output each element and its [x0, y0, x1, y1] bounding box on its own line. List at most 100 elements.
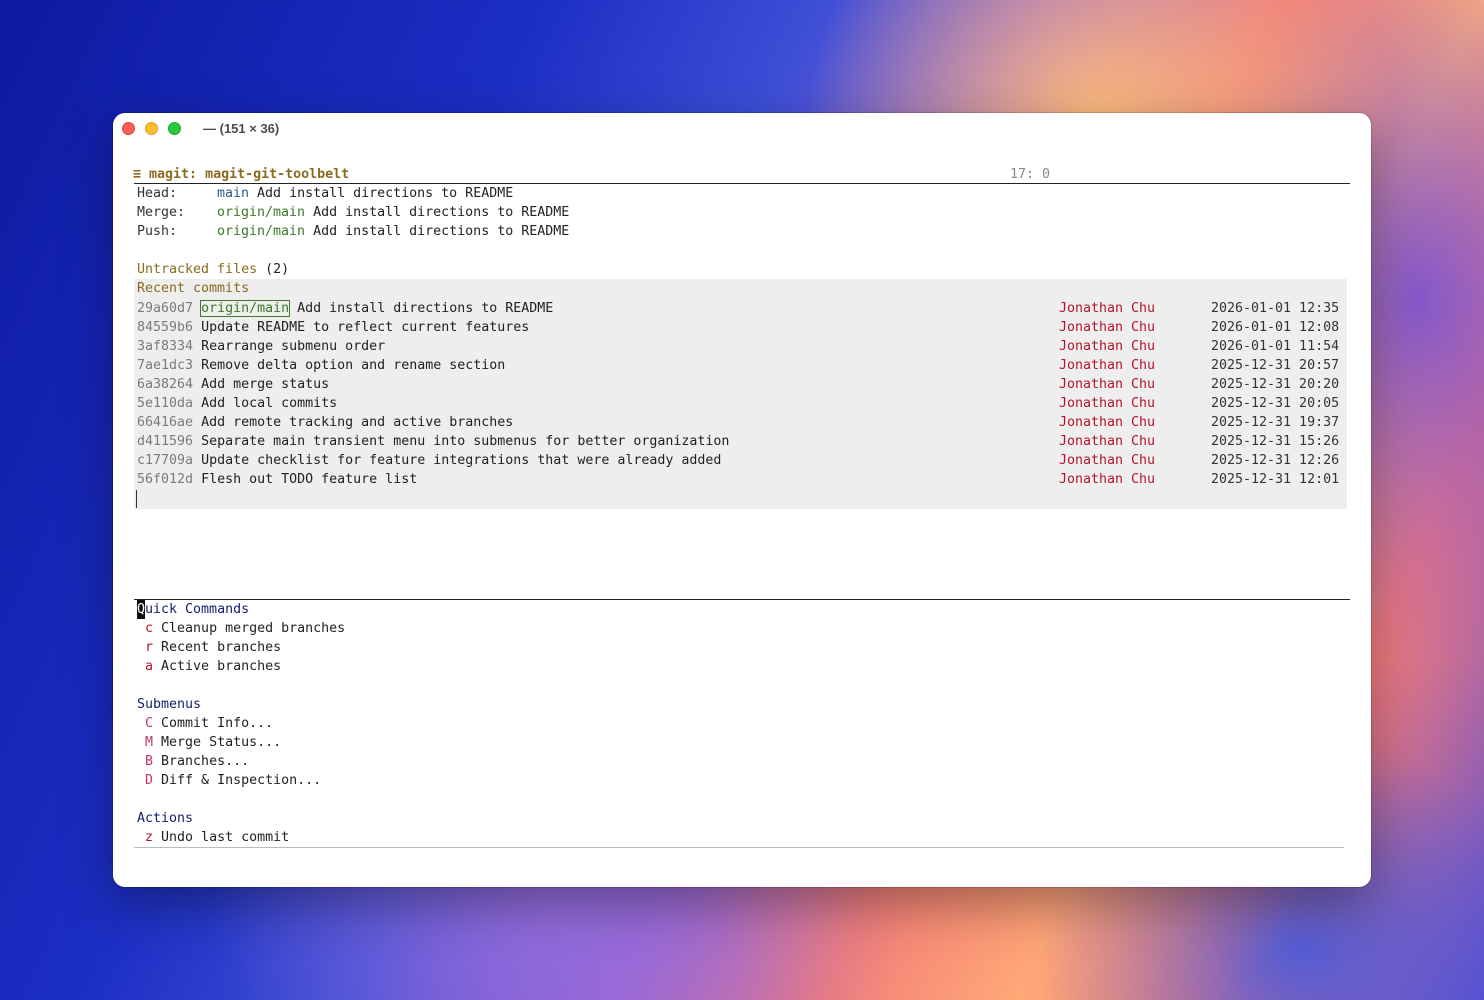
- head-line[interactable]: Head:: [137, 184, 177, 203]
- commit-hash[interactable]: 84559b6: [137, 320, 193, 335]
- commit-hash[interactable]: 3af8334: [137, 339, 193, 354]
- commit-hash[interactable]: c17709a: [137, 453, 193, 468]
- menu-label: Commit Info...: [161, 716, 274, 731]
- merge-ref[interactable]: origin/main Add install directions to RE…: [217, 203, 569, 222]
- commit-row[interactable]: 66416ae Add remote tracking and active b…: [137, 413, 1347, 432]
- commit-author: Jonathan Chu: [1059, 339, 1156, 354]
- head-branch[interactable]: main: [217, 186, 249, 201]
- commit-hash[interactable]: 56f012d: [137, 472, 193, 487]
- menu-key[interactable]: z: [145, 830, 153, 845]
- transient-bottom-divider: [134, 847, 1344, 848]
- menu-label: Undo last commit: [161, 830, 290, 845]
- push-branch[interactable]: origin/main: [217, 224, 305, 239]
- menu-label: Branches...: [161, 754, 250, 769]
- commit-row[interactable]: 56f012d Flesh out TODO feature list: [137, 470, 1347, 489]
- commit-date: 2026-01-01 12:35: [1211, 301, 1340, 316]
- push-line[interactable]: Push:: [137, 222, 177, 241]
- menu-key[interactable]: D: [145, 773, 153, 788]
- commit-row[interactable]: 3af8334 Rearrange submenu order: [137, 337, 1347, 356]
- quick-commands-heading: Quick Commands: [137, 600, 249, 619]
- commit-row[interactable]: 29a60d7 origin/main Add install directio…: [137, 299, 1347, 318]
- commit-hash[interactable]: 29a60d7: [137, 301, 193, 316]
- commit-author: Jonathan Chu: [1059, 377, 1156, 392]
- commit-author: Jonathan Chu: [1059, 472, 1156, 487]
- commit-row[interactable]: 84559b6 Update README to reflect current…: [137, 318, 1347, 337]
- commit-message: Add local commits: [201, 396, 338, 411]
- submenu-item[interactable]: M Merge Status...: [145, 733, 281, 752]
- commit-message: Remove delta option and rename section: [201, 358, 506, 373]
- commit-message: Flesh out TODO feature list: [201, 472, 418, 487]
- commit-row[interactable]: 6a38264 Add merge status: [137, 375, 1347, 394]
- commit-message: Rearrange submenu order: [201, 339, 386, 354]
- menu-key[interactable]: a: [145, 659, 153, 674]
- menu-key[interactable]: r: [145, 640, 153, 655]
- commit-message: Update checklist for feature integration…: [201, 453, 722, 468]
- quick-command-item[interactable]: c Cleanup merged branches: [145, 619, 345, 638]
- commit-author: Jonathan Chu: [1059, 358, 1156, 373]
- zoom-button[interactable]: [168, 122, 181, 135]
- head-label: Head:: [137, 186, 178, 201]
- commit-row[interactable]: c17709a Update checklist for feature int…: [137, 451, 1347, 470]
- push-label: Push:: [137, 224, 178, 239]
- commit-author: Jonathan Chu: [1059, 434, 1156, 449]
- menu-label: Recent branches: [161, 640, 282, 655]
- point-cursor: Q: [137, 600, 146, 619]
- commit-hash[interactable]: 5e110da: [137, 396, 193, 411]
- menu-key[interactable]: M: [145, 735, 153, 750]
- commit-hash[interactable]: d411596: [137, 434, 193, 449]
- commit-ref[interactable]: origin/main: [200, 300, 291, 317]
- commit-date: 2026-01-01 11:54: [1211, 339, 1340, 354]
- commit-date: 2026-01-01 12:08: [1211, 320, 1340, 335]
- commit-author: Jonathan Chu: [1059, 301, 1156, 316]
- menu-label: Active branches: [161, 659, 282, 674]
- commit-message: Add install directions to README: [297, 301, 554, 316]
- commit-hash[interactable]: 7ae1dc3: [137, 358, 193, 373]
- commit-message: Update README to reflect current feature…: [201, 320, 530, 335]
- push-ref[interactable]: origin/main Add install directions to RE…: [217, 222, 569, 241]
- commit-row[interactable]: 5e110da Add local commits: [137, 394, 1347, 413]
- merge-label: Merge:: [137, 205, 186, 220]
- untracked-section[interactable]: Untracked files (2): [137, 260, 289, 279]
- menu-key[interactable]: C: [145, 716, 153, 731]
- recent-commits-heading[interactable]: Recent commits: [137, 279, 249, 298]
- commit-author: Jonathan Chu: [1059, 396, 1156, 411]
- submenu-item[interactable]: C Commit Info...: [145, 714, 273, 733]
- window-title: — (151 × 36): [203, 121, 280, 136]
- close-button[interactable]: [122, 122, 135, 135]
- submenu-item[interactable]: B Branches...: [145, 752, 249, 771]
- merge-message: Add install directions to README: [313, 205, 570, 220]
- commit-date: 2025-12-31 12:26: [1211, 453, 1340, 468]
- menu-label: Diff & Inspection...: [161, 773, 322, 788]
- commit-author: Jonathan Chu: [1059, 320, 1156, 335]
- commit-row[interactable]: 7ae1dc3 Remove delta option and rename s…: [137, 356, 1347, 375]
- commit-date: 2025-12-31 15:26: [1211, 434, 1340, 449]
- quick-command-item[interactable]: a Active branches: [145, 657, 281, 676]
- commit-message: Separate main transient menu into submen…: [201, 434, 730, 449]
- terminal-window: — (151 × 36) ≡ magit: magit-git-toolbelt…: [113, 113, 1371, 887]
- untracked-heading: Untracked files: [137, 262, 258, 277]
- menu-key[interactable]: c: [145, 621, 153, 636]
- merge-line[interactable]: Merge:: [137, 203, 185, 222]
- commit-date: 2025-12-31 20:20: [1211, 377, 1340, 392]
- untracked-count: (2): [265, 262, 290, 277]
- text-cursor: [136, 490, 137, 508]
- merge-branch[interactable]: origin/main: [217, 205, 305, 220]
- menu-label: Cleanup merged branches: [161, 621, 346, 636]
- cursor-position: 17: 0: [1010, 167, 1051, 182]
- commit-hash[interactable]: 66416ae: [137, 415, 193, 430]
- minimize-button[interactable]: [145, 122, 158, 135]
- commit-hash[interactable]: 6a38264: [137, 377, 193, 392]
- commit-date: 2025-12-31 20:05: [1211, 396, 1340, 411]
- quick-commands-title: uick Commands: [145, 602, 250, 617]
- title-bar: — (151 × 36): [113, 113, 1371, 145]
- submenu-item[interactable]: D Diff & Inspection...: [145, 771, 321, 790]
- quick-command-item[interactable]: r Recent branches: [145, 638, 281, 657]
- transient-divider: [134, 599, 1350, 600]
- head-message: Add install directions to README: [257, 186, 514, 201]
- commit-row[interactable]: d411596 Separate main transient menu int…: [137, 432, 1347, 451]
- menu-icon[interactable]: ≡: [133, 167, 141, 182]
- head-ref[interactable]: main Add install directions to README: [217, 184, 513, 203]
- action-item[interactable]: z Undo last commit: [145, 828, 289, 847]
- menu-key[interactable]: B: [145, 754, 153, 769]
- actions-heading: Actions: [137, 811, 194, 826]
